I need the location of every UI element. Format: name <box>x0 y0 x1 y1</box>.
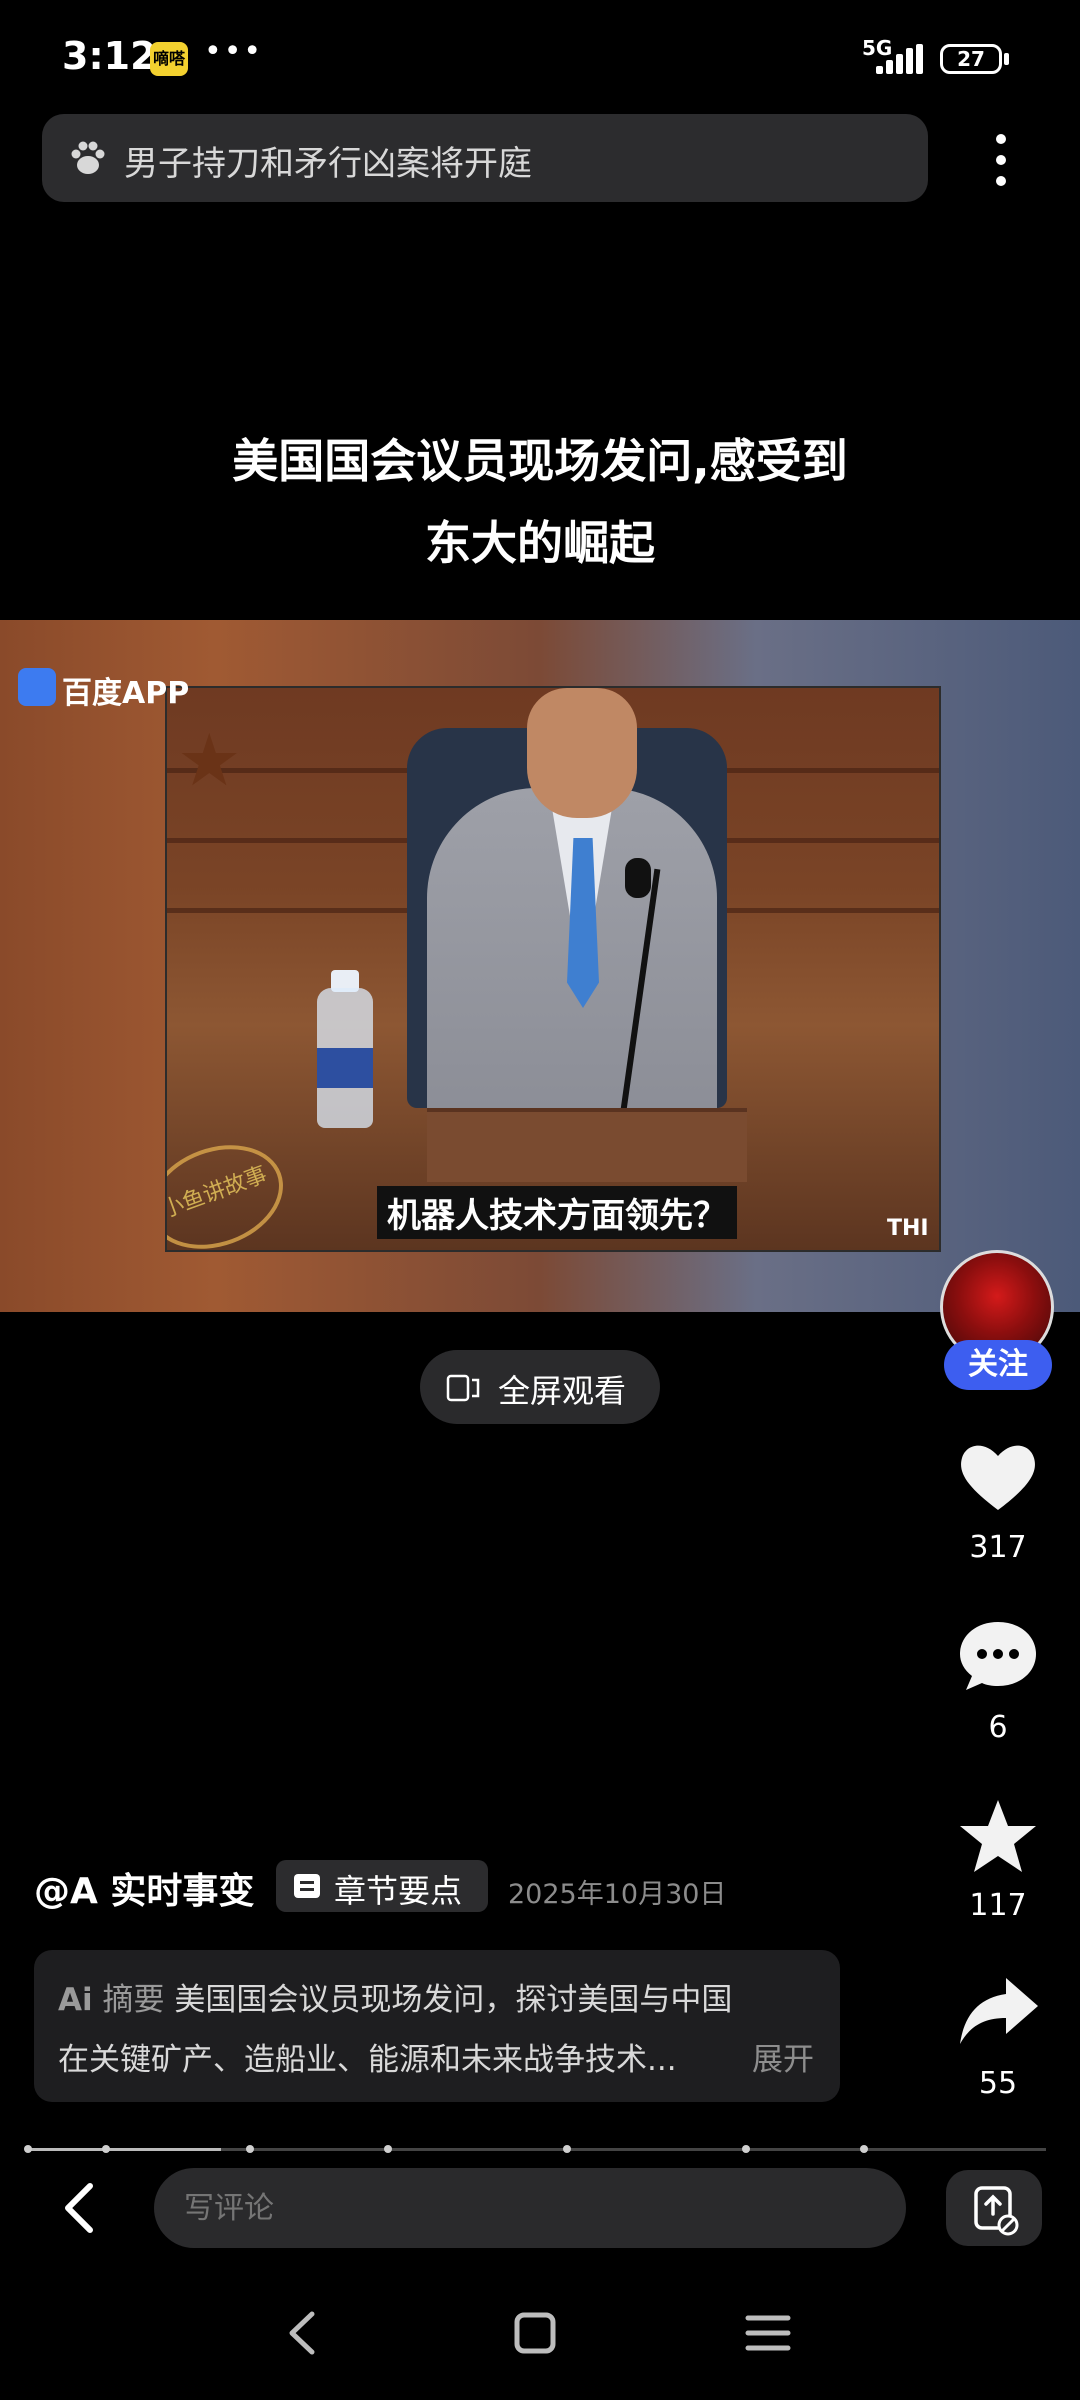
chapter-marker[interactable] <box>246 2145 254 2153</box>
stamp-watermark: 小鱼讲故事 <box>167 1127 298 1250</box>
system-home-icon[interactable] <box>512 2310 558 2356</box>
share-arrow-icon[interactable] <box>956 1972 1040 2052</box>
app-notification-badge: 嘀嗒 <box>150 42 188 76</box>
chapter-marker[interactable] <box>563 2145 571 2153</box>
chapter-marker[interactable] <box>102 2145 110 2153</box>
ai-summary-tag: Ai 摘要 <box>58 1982 165 2018</box>
comment-count: 6 <box>988 1710 1008 1745</box>
speaker-head <box>527 688 637 818</box>
video-content[interactable]: ★ 小鱼讲故事 机器人技术方面领先？ THI <box>165 686 941 1252</box>
chapter-marker[interactable] <box>24 2145 32 2153</box>
system-back-icon[interactable] <box>282 2308 322 2358</box>
baidu-watermark: 百度APP <box>62 676 190 711</box>
summary-line-1: Ai 摘要 美国国会议员现场发问，探讨美国与中国 <box>58 1982 733 2018</box>
video-title-line1: 美国国会议员现场发问,感受到 <box>232 434 848 488</box>
screen-share-button[interactable] <box>946 2170 1042 2246</box>
chapter-points-label[interactable]: 章节要点 <box>334 1866 462 1912</box>
signal-icon <box>866 44 926 74</box>
more-options-icon[interactable] <box>980 130 1024 190</box>
fullscreen-icon <box>446 1374 480 1402</box>
search-query[interactable]: 男子持刀和矛行凶案将开庭 <box>124 136 532 185</box>
video-title-line2: 东大的崛起 <box>425 516 655 570</box>
chapter-icon <box>294 1874 320 1898</box>
favorite-count: 117 <box>969 1888 1027 1923</box>
summary-line-2: 在关键矿产、造船业、能源和未来战争技术... <box>58 2042 677 2078</box>
microphone-icon <box>625 858 651 898</box>
video-title: 美国国会议员现场发问,感受到 东大的崛起 <box>150 420 930 584</box>
more-notifications-icon: ••• <box>204 34 264 69</box>
expand-link[interactable]: 展开 <box>752 2034 814 2079</box>
progress-fill <box>28 2148 222 2151</box>
post-date: 2025年10月30日 <box>508 1879 727 1910</box>
share-count: 55 <box>978 2066 1018 2101</box>
video-subtitle: 机器人技术方面领先？ <box>377 1186 737 1239</box>
battery-level: 27 <box>957 47 985 71</box>
fullscreen-label[interactable]: 全屏观看 <box>498 1366 626 1412</box>
star-decoration-icon: ★ <box>177 718 242 802</box>
desk <box>427 1108 747 1182</box>
chapter-marker[interactable] <box>860 2145 868 2153</box>
baidu-paw-icon <box>71 141 105 174</box>
status-time: 3:12 <box>62 34 157 78</box>
like-count: 317 <box>969 1530 1027 1565</box>
chapter-marker[interactable] <box>742 2145 750 2153</box>
ai-summary-card[interactable] <box>34 1950 840 2102</box>
author-name[interactable]: @A 实时事变 <box>34 1862 254 1914</box>
like-heart-icon[interactable] <box>956 1436 1040 1516</box>
share-screen-icon <box>974 2186 1019 2236</box>
back-arrow-icon[interactable] <box>56 2180 104 2236</box>
chapter-marker[interactable] <box>384 2145 392 2153</box>
follow-button[interactable]: 关注 <box>944 1340 1052 1390</box>
battery-icon: 27 <box>940 44 1002 74</box>
bottle-label <box>317 1048 373 1088</box>
favorite-star-icon[interactable] <box>956 1796 1040 1876</box>
comment-input[interactable] <box>154 2168 906 2248</box>
comment-icon[interactable] <box>956 1616 1040 1696</box>
system-menu-icon[interactable] <box>744 2312 792 2354</box>
baidu-logo-icon <box>18 668 56 706</box>
video-corner-text: THI <box>887 1216 929 1241</box>
battery-tip <box>1004 53 1009 65</box>
